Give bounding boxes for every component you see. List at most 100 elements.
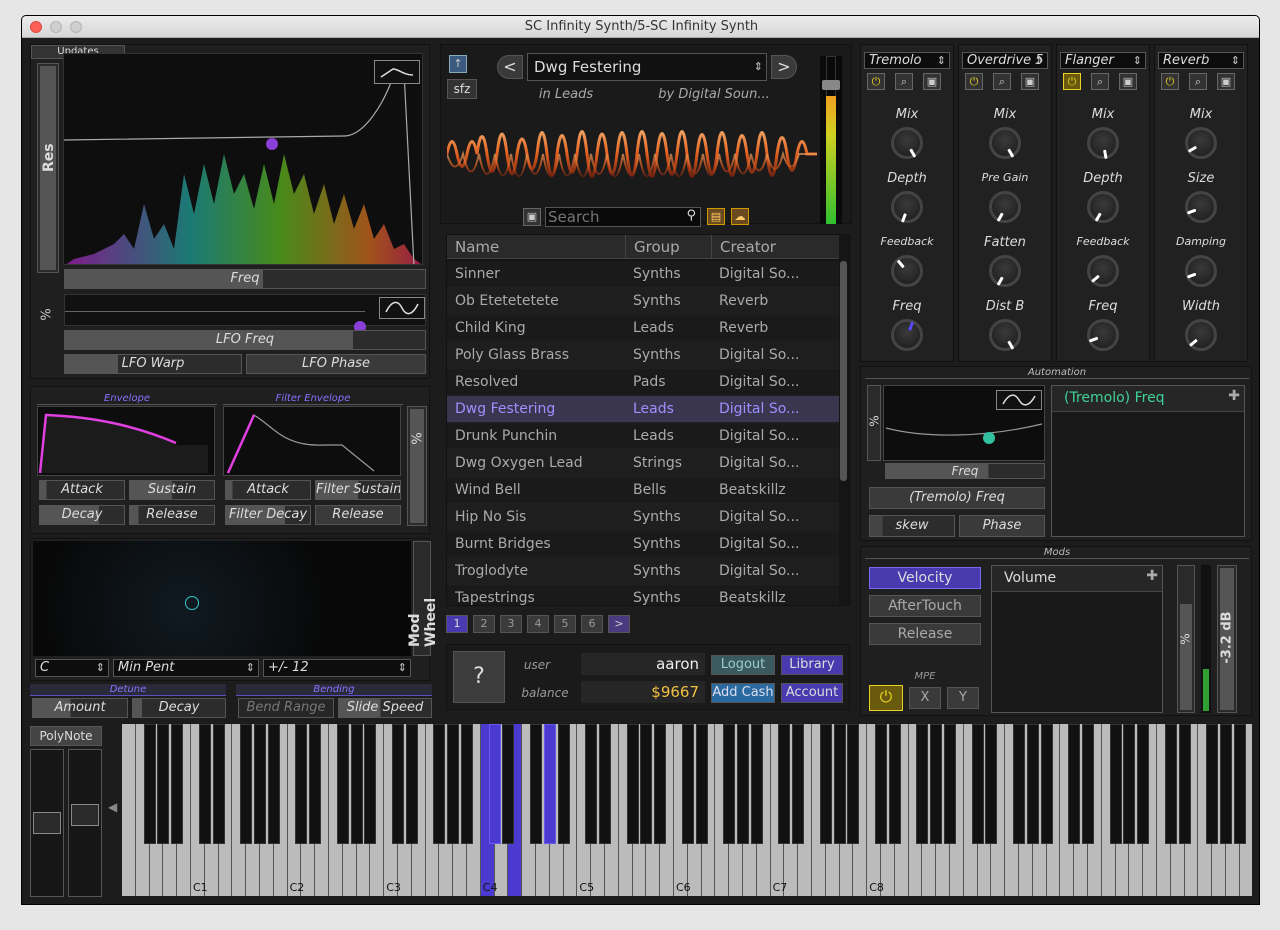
black-key[interactable] <box>792 724 805 844</box>
knob-mix[interactable] <box>891 127 923 159</box>
phase-slider[interactable]: Phase <box>959 515 1045 537</box>
black-key[interactable] <box>833 724 846 844</box>
filter-spectrum-display[interactable] <box>63 53 423 265</box>
page-button-4[interactable]: 4 <box>527 615 549 633</box>
table-scrollbar[interactable] <box>840 261 847 481</box>
column-header-creator[interactable]: Creator <box>711 235 776 259</box>
table-row[interactable]: Dwg Festering Leads Digital So... <box>447 396 839 423</box>
skew-slider[interactable]: skew <box>869 515 955 537</box>
knob-mix[interactable] <box>989 127 1021 159</box>
black-key[interactable] <box>171 724 184 844</box>
slide-speed-slider[interactable]: Slide Speed <box>338 698 432 718</box>
piano-keyboard[interactable]: C1 C2 C3 C4 C5 C6 C7 C8 <box>122 724 1252 896</box>
black-key[interactable] <box>1178 724 1191 844</box>
prev-preset-button[interactable]: < <box>497 55 523 79</box>
effect-select-3[interactable]: Flanger <box>1060 52 1146 69</box>
black-key[interactable] <box>488 724 501 844</box>
automation-lfo-display[interactable] <box>883 385 1045 461</box>
filter-sustain-slider[interactable]: Filter Sustain <box>315 480 401 500</box>
black-key[interactable] <box>737 724 749 844</box>
knob-feedback[interactable] <box>891 255 923 287</box>
scale-select[interactable]: Min Pent <box>113 659 259 677</box>
black-key[interactable] <box>405 724 418 844</box>
black-key[interactable] <box>985 724 998 844</box>
filter-type-button[interactable] <box>374 60 420 84</box>
filter-attack-slider[interactable]: Attack <box>225 480 311 500</box>
release-slider[interactable]: Release <box>129 505 215 525</box>
automation-depth-slider[interactable]: % <box>867 385 882 461</box>
knob-mix[interactable] <box>1185 127 1217 159</box>
black-key[interactable] <box>695 724 708 844</box>
automation-freq-slider[interactable]: Freq <box>885 463 1045 479</box>
xy-pad-cursor[interactable] <box>185 596 199 610</box>
black-key[interactable] <box>640 724 653 844</box>
black-key[interactable] <box>543 724 556 844</box>
cloud-icon[interactable]: ☁ <box>731 208 749 225</box>
window-icon[interactable]: ▣ <box>1021 73 1039 90</box>
search-box[interactable]: ⚲ <box>545 207 701 227</box>
black-key[interactable] <box>143 724 156 844</box>
white-key[interactable] <box>122 724 136 896</box>
black-key[interactable] <box>723 724 736 844</box>
sustain-slider[interactable]: Sustain <box>129 480 215 500</box>
black-key[interactable] <box>778 724 791 844</box>
save-icon[interactable]: ↑ <box>449 55 467 73</box>
output-level-handle[interactable] <box>822 80 840 90</box>
library-button[interactable]: Library <box>781 655 843 675</box>
black-key[interactable] <box>750 724 763 844</box>
envelope-graph[interactable] <box>37 406 215 476</box>
keyboard-scroll-arrow[interactable]: ◀ <box>108 800 117 814</box>
search-input[interactable] <box>548 209 678 225</box>
black-key[interactable] <box>1013 724 1025 844</box>
black-key[interactable] <box>557 724 570 844</box>
filter-release-slider[interactable]: Release <box>315 505 401 525</box>
black-key[interactable] <box>944 724 956 844</box>
black-key[interactable] <box>433 724 446 844</box>
black-key[interactable] <box>350 724 363 844</box>
sfz-button[interactable]: sfz <box>447 79 477 99</box>
black-key[interactable] <box>626 724 639 844</box>
table-row[interactable]: Poly Glass Brass Synths Digital So... <box>447 342 839 369</box>
page-button-1[interactable]: 1 <box>446 615 468 633</box>
table-row[interactable]: Burnt Bridges Synths Digital So... <box>447 531 839 558</box>
account-button[interactable]: Account <box>781 683 843 703</box>
black-key[interactable] <box>1220 724 1232 844</box>
black-key[interactable] <box>681 724 694 844</box>
black-key[interactable] <box>1109 724 1122 844</box>
table-row[interactable]: Tapestrings Synths Beatskillz <box>447 585 839 605</box>
filter-envelope-graph[interactable] <box>223 406 401 476</box>
add-icon[interactable]: ✚ <box>1146 568 1158 584</box>
black-key[interactable] <box>916 724 929 844</box>
volume-slider[interactable]: -3.2 dB <box>1217 565 1237 713</box>
range-select[interactable]: +/- 12 <box>263 659 411 677</box>
black-key[interactable] <box>1082 724 1094 844</box>
attack-slider[interactable]: Attack <box>39 480 125 500</box>
table-row[interactable]: Hip No Sis Synths Digital So... <box>447 504 839 531</box>
detune-amount-slider[interactable]: Amount <box>32 698 128 718</box>
search-filter-icon[interactable]: ▣ <box>523 208 541 226</box>
black-key[interactable] <box>1164 724 1177 844</box>
search-icon[interactable]: ⌕ <box>1189 73 1207 90</box>
page-button-5[interactable]: 5 <box>554 615 576 633</box>
search-icon[interactable]: ⌕ <box>1091 73 1109 90</box>
release-mod-button[interactable]: Release <box>869 623 981 645</box>
knob-dist-b[interactable] <box>989 319 1021 351</box>
power-icon[interactable]: ⏻ <box>1161 73 1179 90</box>
knob-fatten[interactable] <box>989 255 1021 287</box>
black-key[interactable] <box>336 724 349 844</box>
automation-target-list[interactable]: (Tremolo) Freq ✚ <box>1051 385 1245 537</box>
black-key[interactable] <box>212 724 225 844</box>
black-key[interactable] <box>1233 724 1246 844</box>
column-header-name[interactable]: Name <box>455 235 499 259</box>
column-header-group[interactable]: Group <box>625 235 680 259</box>
mpe-x-button[interactable]: X <box>909 687 941 709</box>
mods-target-item[interactable]: Volume ✚ <box>992 566 1162 592</box>
black-key[interactable] <box>309 724 322 844</box>
automation-target-item[interactable]: (Tremolo) Freq ✚ <box>1052 386 1244 412</box>
black-key[interactable] <box>157 724 170 844</box>
black-key[interactable] <box>888 724 901 844</box>
lfo-phase-slider[interactable]: LFO Phase <box>246 354 426 374</box>
aftertouch-button[interactable]: AfterTouch <box>869 595 981 617</box>
knob-pre-gain[interactable] <box>989 191 1021 223</box>
xy-pad[interactable] <box>33 541 411 656</box>
